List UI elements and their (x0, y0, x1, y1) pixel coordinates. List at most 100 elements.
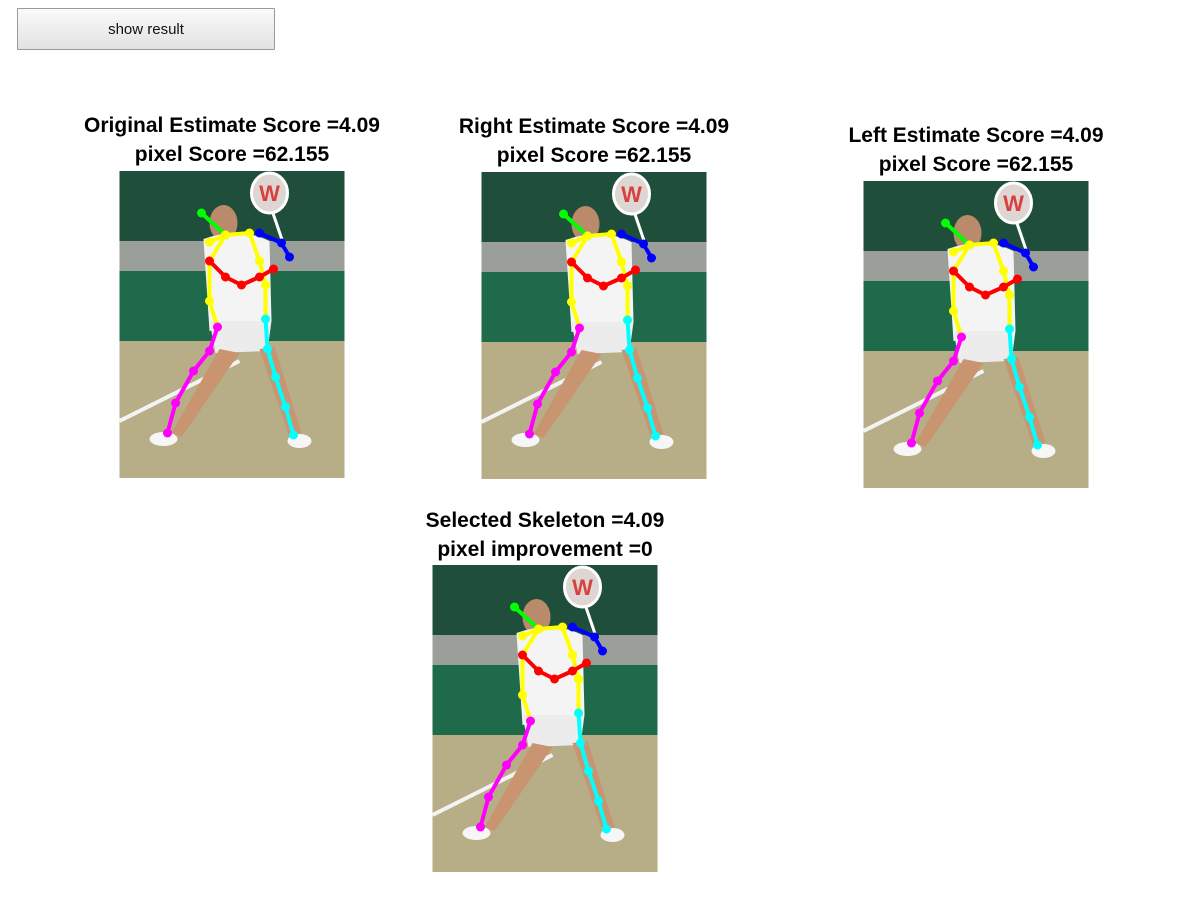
skeleton-joint (590, 632, 599, 642)
skeleton-joint (171, 398, 180, 408)
skeleton-joint (550, 674, 559, 684)
panel-title: Left Estimate Score =4.09 (848, 124, 1104, 147)
skeleton-joint (989, 238, 998, 248)
skeleton-joint (526, 716, 535, 726)
skeleton-joint (1025, 412, 1034, 422)
skeleton-joint (277, 238, 286, 248)
skeleton-joint (999, 266, 1008, 276)
panel-subtitle: pixel improvement =0 (437, 538, 653, 561)
skeleton-joint (567, 257, 576, 267)
skeleton-joint (639, 239, 648, 249)
skeleton-joint (1015, 382, 1024, 392)
skeleton-joint (245, 228, 254, 238)
skeleton-joint (205, 256, 214, 266)
panel-selected-skeleton: Selected Skeleton =4.09 pixel improvemen… (365, 506, 725, 874)
panel-title: Selected Skeleton =4.09 (425, 509, 665, 532)
skeleton-joint (559, 209, 568, 219)
skeleton-joint (476, 822, 485, 832)
skeleton-joint (518, 740, 527, 750)
skeleton-joint (915, 408, 924, 418)
racket-logo: W (621, 182, 642, 207)
panel-subtitle: pixel Score =62.155 (134, 143, 330, 166)
panel-left-estimate: Left Estimate Score =4.09 pixel Score =6… (796, 121, 1156, 489)
skeleton-joint (1005, 290, 1014, 300)
skeleton-joint (1033, 440, 1042, 450)
skeleton-joint (643, 403, 652, 413)
skeleton-joint (255, 228, 264, 238)
tennis-player-image-with-skeleton: W (863, 181, 1089, 488)
panel-title: Original Estimate Score =4.09 (84, 114, 380, 137)
skeleton-joint (574, 674, 583, 684)
panel-subtitle: pixel Score =62.155 (878, 153, 1074, 176)
skeleton-joint (255, 272, 264, 282)
skeleton-joint (205, 296, 214, 306)
skeleton-joint (534, 624, 543, 634)
skeleton-joint (558, 622, 567, 632)
skeleton-joint (907, 438, 916, 448)
skeleton-joint (213, 322, 222, 332)
skeleton-joint (525, 429, 534, 439)
skeleton-joint (261, 314, 270, 324)
skeleton-joint (1021, 248, 1030, 258)
skeleton-joint (631, 265, 640, 275)
skeleton-joint (623, 315, 632, 325)
skeleton-joint (518, 690, 527, 700)
skeleton-joint (568, 666, 577, 676)
show-result-button[interactable]: show result (17, 8, 275, 50)
skeleton-joint (255, 256, 264, 266)
skeleton-joint (598, 646, 607, 656)
skeleton-joint (933, 376, 942, 386)
skeleton-joint (163, 428, 172, 438)
skeleton-joint (261, 280, 270, 290)
skeleton-joint (607, 229, 616, 239)
skeleton-joint (1029, 262, 1038, 272)
skeleton-joint (205, 237, 214, 247)
racket-logo: W (1003, 191, 1024, 216)
skeleton-joint (602, 824, 611, 834)
skeleton-joint (647, 253, 656, 263)
skeleton-joint (197, 208, 206, 218)
skeleton-joint (567, 347, 576, 357)
skeleton-joint (617, 229, 626, 239)
skeleton-joint (949, 247, 958, 257)
skeleton-joint (582, 658, 591, 668)
skeleton-joint (518, 631, 527, 641)
skeleton-joint (949, 356, 958, 366)
skeleton-joint (534, 666, 543, 676)
skeleton-joint (583, 273, 592, 283)
skeleton-joint (583, 231, 592, 241)
skeleton-joint (617, 257, 626, 267)
skeleton-joint (502, 760, 511, 770)
skeleton-joint (949, 306, 958, 316)
skeleton-joint (575, 323, 584, 333)
skeleton-joint (205, 346, 214, 356)
skeleton-joint (221, 230, 230, 240)
skeleton-joint (981, 290, 990, 300)
skeleton-joint (594, 796, 603, 806)
skeleton-joint (271, 372, 280, 382)
skeleton-joint (1007, 354, 1016, 364)
skeleton-joint (651, 431, 660, 441)
skeleton-joint (965, 240, 974, 250)
panel-subtitle: pixel Score =62.155 (496, 144, 692, 167)
skeleton-joint (957, 332, 966, 342)
skeleton-joint (999, 238, 1008, 248)
skeleton-joint (576, 738, 585, 748)
tennis-player-image-with-skeleton: W (481, 172, 707, 479)
skeleton-joint (263, 344, 272, 354)
racket-logo: W (572, 575, 593, 600)
skeleton-joint (533, 399, 542, 409)
skeleton-joint (574, 708, 583, 718)
skeleton-joint (1005, 324, 1014, 334)
skeleton-joint (568, 622, 577, 632)
tennis-player-image-with-skeleton: W (432, 565, 658, 872)
panel-original-estimate: Original Estimate Score =4.09 pixel Scor… (52, 111, 412, 479)
skeleton-joint (568, 650, 577, 660)
panel-title: Right Estimate Score =4.09 (458, 115, 730, 138)
skeleton-joint (285, 252, 294, 262)
skeleton-joint (599, 281, 608, 291)
skeleton-joint (484, 792, 493, 802)
skeleton-joint (965, 282, 974, 292)
skeleton-joint (1013, 274, 1022, 284)
skeleton-joint (625, 345, 634, 355)
